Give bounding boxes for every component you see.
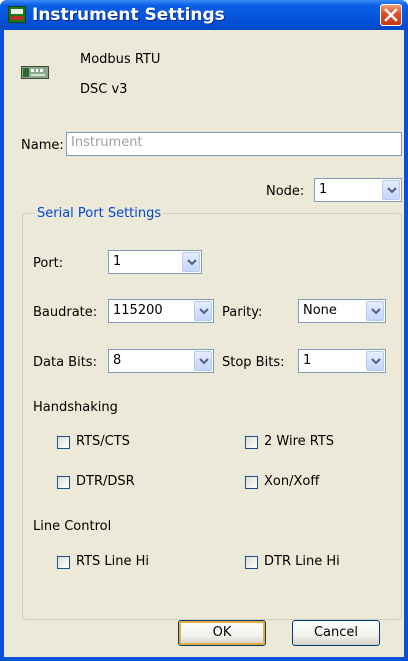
baudrate-value: 115200 bbox=[113, 303, 163, 318]
xon-xoff-checkbox[interactable] bbox=[245, 476, 258, 489]
baudrate-select[interactable]: 115200 bbox=[108, 299, 214, 323]
data-bits-value: 8 bbox=[113, 353, 122, 368]
close-button[interactable] bbox=[380, 4, 402, 26]
port-label: Port: bbox=[33, 256, 64, 271]
window-title: Instrument Settings bbox=[32, 5, 225, 25]
parity-dropdown-button[interactable] bbox=[366, 301, 384, 321]
port-value: 1 bbox=[113, 254, 122, 269]
chevron-down-icon bbox=[371, 358, 381, 365]
chevron-down-icon bbox=[371, 308, 381, 315]
port-select[interactable]: 1 bbox=[108, 250, 202, 274]
dialog-window: Instrument Settings Modbus RTU DSC v3 Na… bbox=[0, 0, 408, 661]
dtr-dsr-checkbox[interactable] bbox=[57, 476, 70, 489]
port-dropdown-button[interactable] bbox=[182, 252, 200, 272]
title-bar[interactable]: Instrument Settings bbox=[0, 0, 408, 30]
baudrate-label: Baudrate: bbox=[33, 305, 98, 320]
name-placeholder: Instrument bbox=[71, 135, 143, 150]
node-dropdown-button[interactable] bbox=[382, 180, 400, 200]
stop-bits-dropdown-button[interactable] bbox=[366, 351, 384, 371]
dtr-line-hi-checkbox[interactable] bbox=[245, 556, 258, 569]
data-bits-dropdown-button[interactable] bbox=[194, 351, 212, 371]
dtr-line-hi-label[interactable]: DTR Line Hi bbox=[264, 554, 340, 569]
parity-select[interactable]: None bbox=[298, 299, 386, 323]
rts-line-hi-checkbox[interactable] bbox=[57, 556, 70, 569]
device-icon bbox=[21, 66, 49, 79]
chevron-down-icon bbox=[387, 187, 397, 194]
line-control-title: Line Control bbox=[33, 519, 112, 534]
dtr-dsr-label[interactable]: DTR/DSR bbox=[76, 474, 135, 489]
two-wire-rts-checkbox[interactable] bbox=[245, 436, 258, 449]
parity-label: Parity: bbox=[222, 305, 263, 320]
close-icon bbox=[384, 8, 398, 22]
rts-line-hi-label[interactable]: RTS Line Hi bbox=[76, 554, 149, 569]
xon-xoff-label[interactable]: Xon/Xoff bbox=[264, 474, 319, 489]
device-protocol: Modbus RTU bbox=[80, 52, 161, 67]
name-label: Name: bbox=[21, 138, 64, 153]
name-input[interactable]: Instrument bbox=[66, 132, 402, 156]
stop-bits-select[interactable]: 1 bbox=[298, 349, 386, 373]
cancel-button[interactable]: Cancel bbox=[292, 620, 380, 646]
parity-value: None bbox=[303, 303, 337, 318]
ok-button-label: OK bbox=[212, 625, 232, 640]
cancel-button-label: Cancel bbox=[313, 625, 359, 640]
settings-window-icon bbox=[8, 6, 26, 23]
chevron-down-icon bbox=[187, 259, 197, 266]
data-bits-select[interactable]: 8 bbox=[108, 349, 214, 373]
node-label: Node: bbox=[266, 184, 305, 199]
node-value: 1 bbox=[319, 182, 328, 197]
data-bits-label: Data Bits: bbox=[33, 355, 97, 370]
stop-bits-value: 1 bbox=[303, 353, 312, 368]
dialog-body: Modbus RTU DSC v3 Name: Instrument Node:… bbox=[4, 30, 404, 657]
rts-cts-label[interactable]: RTS/CTS bbox=[76, 434, 130, 449]
chevron-down-icon bbox=[199, 358, 209, 365]
handshaking-title: Handshaking bbox=[33, 400, 118, 415]
stop-bits-label: Stop Bits: bbox=[222, 355, 285, 370]
baudrate-dropdown-button[interactable] bbox=[194, 301, 212, 321]
serial-port-title: Serial Port Settings bbox=[35, 206, 164, 221]
chevron-down-icon bbox=[199, 308, 209, 315]
node-select[interactable]: 1 bbox=[314, 178, 402, 202]
two-wire-rts-label[interactable]: 2 Wire RTS bbox=[264, 434, 334, 449]
device-model: DSC v3 bbox=[80, 82, 128, 97]
rts-cts-checkbox[interactable] bbox=[57, 436, 70, 449]
ok-button[interactable]: OK bbox=[178, 620, 266, 646]
